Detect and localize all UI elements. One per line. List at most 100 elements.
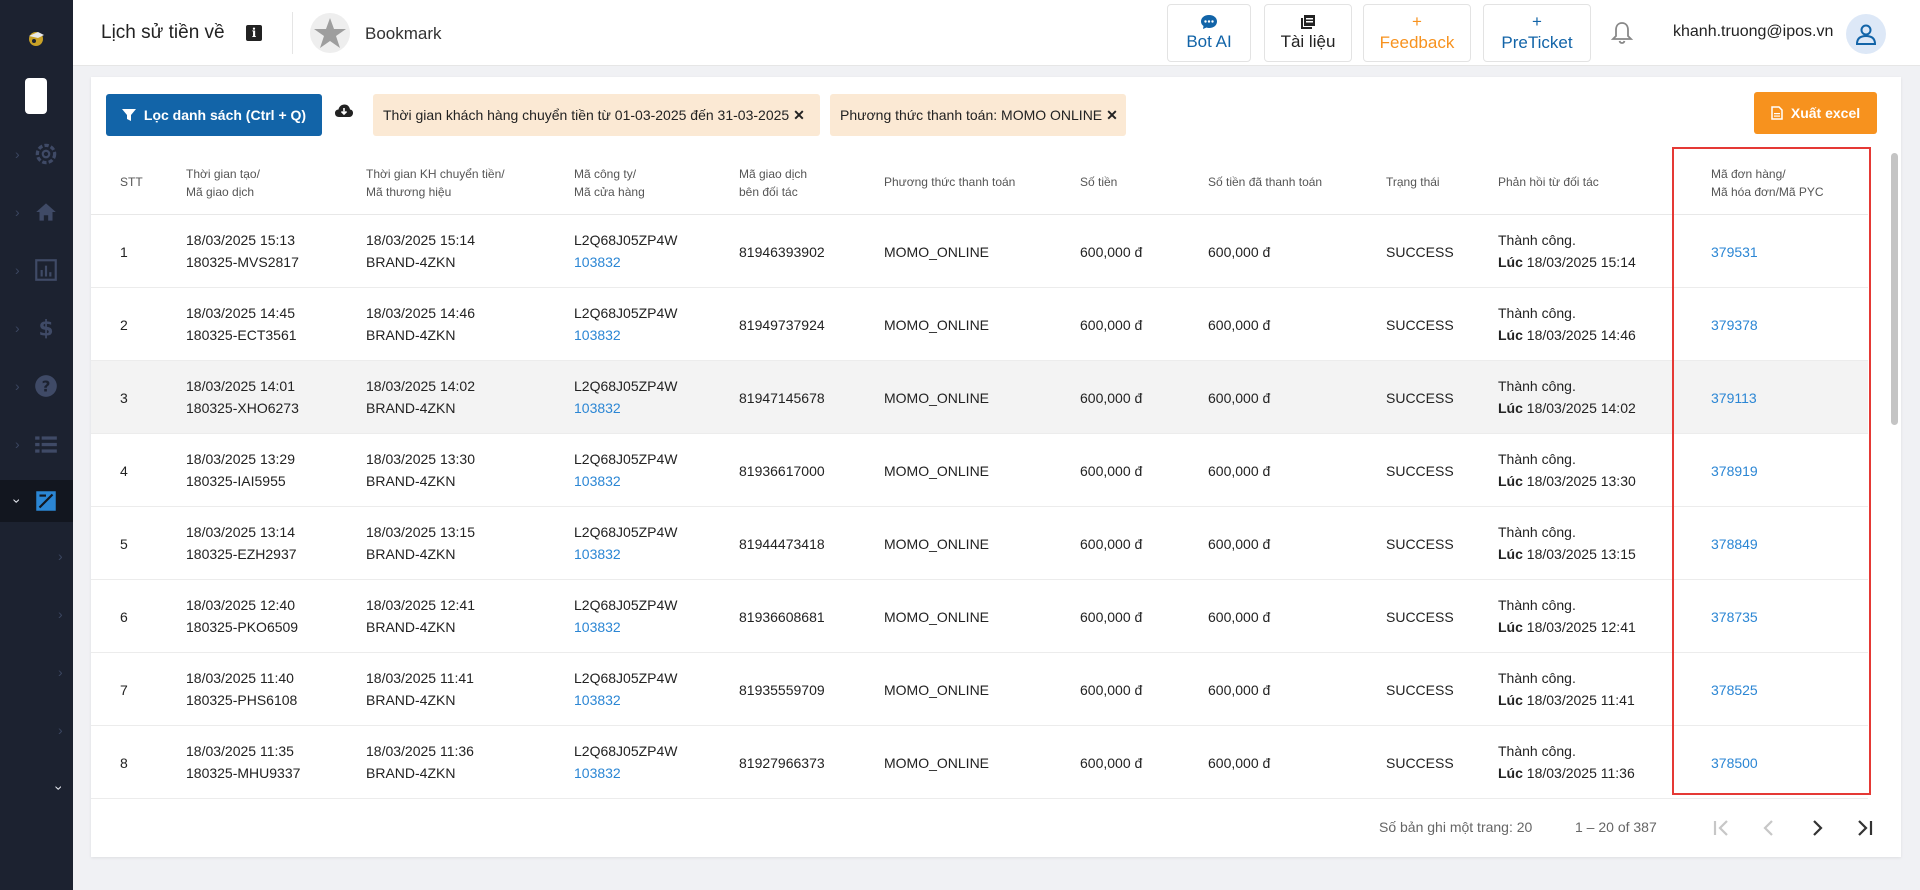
user-email[interactable]: khanh.truong@ipos.vn	[1673, 23, 1833, 41]
table-cell: MOMO_ONLINE	[884, 460, 989, 482]
cell-store-link[interactable]: 103832	[574, 473, 621, 489]
cell-store-link[interactable]: 103832	[574, 400, 621, 416]
table-cell: 600,000 đ	[1080, 460, 1142, 482]
col-company: Mã công ty/Mã cửa hàng	[574, 165, 645, 201]
table-cell: 18/03/2025 14:45 180325-ECT3561	[186, 302, 297, 346]
cell-brand: BRAND-4ZKN	[366, 473, 456, 489]
sidebar-workspace-selector[interactable]	[25, 78, 47, 114]
docs-button[interactable]: Tài liệu	[1264, 4, 1352, 62]
table-cell: 378500	[1711, 752, 1758, 774]
cell-method: MOMO_ONLINE	[884, 682, 990, 698]
sidebar-item-help[interactable]: › ?	[0, 366, 73, 406]
sidebar-item-settings[interactable]: ›	[0, 134, 73, 174]
table-cell: 600,000 đ	[1208, 241, 1270, 263]
filter-chip-method[interactable]: Phương thức thanh toán: MOMO ONLINE ✕	[830, 94, 1126, 136]
export-excel-button[interactable]: Xuất excel	[1754, 92, 1877, 134]
cell-company: L2Q68J05ZP4W	[574, 451, 678, 467]
cell-partner-txn: 81947145678	[739, 390, 825, 406]
table-cell: SUCCESS	[1386, 460, 1454, 482]
scrollbar-thumb[interactable]	[1891, 153, 1898, 425]
filter-button[interactable]: Lọc danh sách (Ctrl + Q)	[106, 94, 322, 136]
first-page-icon[interactable]	[1708, 815, 1734, 841]
preticket-button[interactable]: + PreTicket	[1483, 4, 1591, 62]
cell-status: SUCCESS	[1386, 609, 1454, 625]
bell-icon[interactable]	[1609, 20, 1635, 46]
sidebar-item-home[interactable]: ›	[0, 192, 73, 232]
bot-ai-button[interactable]: Bot AI	[1167, 4, 1251, 62]
cell-response-prefix: Lúc	[1498, 473, 1523, 489]
sidebar-item-finance[interactable]: › $	[0, 308, 73, 348]
next-page-icon[interactable]	[1804, 815, 1830, 841]
cell-order-link[interactable]: 379531	[1711, 244, 1758, 260]
table-cell: 1	[120, 241, 128, 263]
svg-text:$: $	[38, 317, 53, 341]
table-cell: 18/03/2025 14:46 BRAND-4ZKN	[366, 302, 475, 346]
table-cell: 378735	[1711, 606, 1758, 628]
chevron-right-icon[interactable]: ›	[58, 664, 63, 680]
sidebar-item-reports[interactable]: ›	[0, 250, 73, 290]
sidebar-item-payment-report[interactable]: ›	[0, 480, 73, 522]
table-cell: 18/03/2025 14:02 BRAND-4ZKN	[366, 375, 475, 419]
chevron-down-icon[interactable]: ›	[51, 786, 67, 791]
table-row[interactable]: 3 18/03/2025 14:01 180325-XHO6273 18/03/202…	[91, 361, 1868, 434]
last-page-icon[interactable]	[1852, 815, 1878, 841]
cell-order-link[interactable]: 379378	[1711, 317, 1758, 333]
bookmark-label[interactable]: Bookmark	[365, 24, 442, 44]
cell-order-link[interactable]: 378919	[1711, 463, 1758, 479]
table-row[interactable]: 2 18/03/2025 14:45 180325-ECT3561 18/03/202…	[91, 288, 1868, 361]
close-icon[interactable]: ✕	[1106, 107, 1118, 124]
table-row[interactable]: 8 18/03/2025 11:35 180325-MHU9337 18/03/202…	[91, 726, 1868, 799]
table-row[interactable]: 5 18/03/2025 13:14 180325-EZH2937 18/03/202…	[91, 507, 1868, 580]
table-cell: 81927966373	[739, 752, 825, 774]
cell-order-link[interactable]: 378849	[1711, 536, 1758, 552]
cell-created: 18/03/2025 15:13	[186, 232, 295, 248]
chevron-right-icon[interactable]: ›	[58, 722, 63, 738]
cell-amount: 600,000 đ	[1080, 536, 1143, 552]
table-cell: 81944473418	[739, 533, 825, 555]
cell-store-link[interactable]: 103832	[574, 765, 621, 781]
prev-page-icon[interactable]	[1756, 815, 1782, 841]
avatar[interactable]	[1846, 14, 1886, 54]
cell-store-link[interactable]: 103832	[574, 327, 621, 343]
table-cell: 81936617000	[739, 460, 825, 482]
cell-store-link[interactable]: 103832	[574, 619, 621, 635]
table-row[interactable]: 1 18/03/2025 15:13 180325-MVS2817 18/03/202…	[91, 215, 1868, 288]
cell-store-link[interactable]: 103832	[574, 692, 621, 708]
chevron-right-icon[interactable]: ›	[58, 548, 63, 564]
filter-chip-time[interactable]: Thời gian khách hàng chuyển tiền từ 01-0…	[373, 94, 820, 136]
info-icon[interactable]: i	[246, 25, 262, 41]
chevron-right-icon[interactable]: ›	[58, 606, 63, 622]
cell-order-link[interactable]: 378735	[1711, 609, 1758, 625]
table-row[interactable]: 7 18/03/2025 11:40 180325-PHS6108 18/03/202…	[91, 653, 1868, 726]
cell-store-link[interactable]: 103832	[574, 254, 621, 270]
cell-response: Thành công.	[1498, 597, 1576, 613]
table-cell: 4	[120, 460, 128, 482]
table-cell: 600,000 đ	[1080, 606, 1142, 628]
sidebar-item-list[interactable]: ›	[0, 424, 73, 464]
close-icon[interactable]: ✕	[793, 107, 805, 124]
table-row[interactable]: 6 18/03/2025 12:40 180325-PKO6509 18/03/202…	[91, 580, 1868, 653]
cell-status: SUCCESS	[1386, 244, 1454, 260]
cell-partner-txn: 81936617000	[739, 463, 825, 479]
feedback-button[interactable]: + Feedback	[1363, 4, 1471, 62]
table-cell: Thành công. Lúc 18/03/2025 11:41	[1498, 667, 1635, 711]
cell-order-link[interactable]: 378500	[1711, 755, 1758, 771]
cell-partner-txn: 81949737924	[739, 317, 825, 333]
cell-amount: 600,000 đ	[1080, 755, 1143, 771]
star-icon[interactable]	[309, 12, 351, 54]
col-partner-line2: bên đối tác	[739, 185, 798, 199]
table-cell: 378849	[1711, 533, 1758, 555]
table-cell: MOMO_ONLINE	[884, 606, 989, 628]
cell-company: L2Q68J05ZP4W	[574, 232, 678, 248]
content-card: Lọc danh sách (Ctrl + Q) Thời gian khách…	[91, 77, 1901, 857]
rows-per-page[interactable]: Số bản ghi một trang: 20	[1379, 819, 1532, 835]
table-cell: 18/03/2025 12:41 BRAND-4ZKN	[366, 594, 475, 638]
table-cell: L2Q68J05ZP4W 103832	[574, 521, 678, 565]
cloud-download-icon[interactable]	[334, 103, 354, 119]
cell-order-link[interactable]: 379113	[1711, 390, 1757, 406]
table-row[interactable]: 4 18/03/2025 13:29 180325-IAI5955 18/03/202…	[91, 434, 1868, 507]
cell-order-link[interactable]: 378525	[1711, 682, 1758, 698]
cell-store-link[interactable]: 103832	[574, 546, 621, 562]
cell-txn: 180325-PHS6108	[186, 692, 298, 708]
table-cell: Thành công. Lúc 18/03/2025 14:46	[1498, 302, 1636, 346]
